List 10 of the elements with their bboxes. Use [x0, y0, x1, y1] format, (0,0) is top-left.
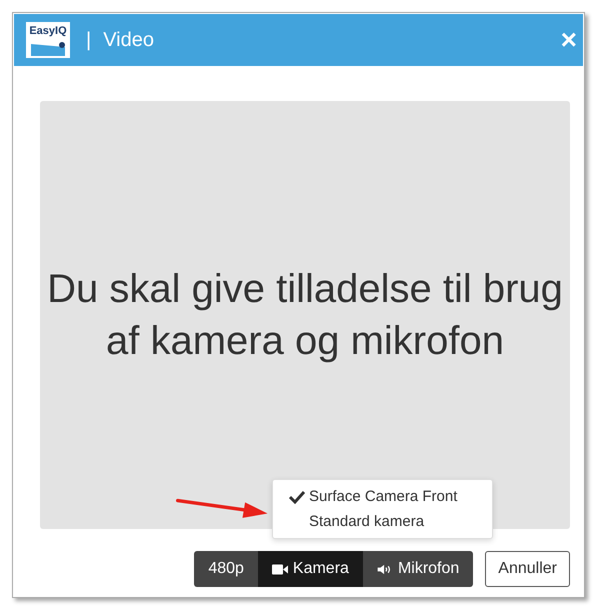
- app-logo: EasyIQ: [26, 22, 70, 58]
- toolbar-button[interactable]: Kamera: [258, 551, 363, 587]
- toolbar-button[interactable]: 480p: [194, 551, 258, 587]
- title-separator: |: [86, 28, 92, 52]
- permission-message: Du skal give tilladelse til brug af kamera og mikrofon: [46, 266, 564, 365]
- toolbar-button[interactable]: Mikrofon: [362, 551, 474, 587]
- menu-item[interactable]: Standard kamera: [273, 509, 492, 534]
- cancel-button[interactable]: Annuller: [485, 551, 570, 587]
- window-title: Video: [103, 28, 155, 52]
- menu-item[interactable]: Surface Camera Front: [273, 484, 492, 509]
